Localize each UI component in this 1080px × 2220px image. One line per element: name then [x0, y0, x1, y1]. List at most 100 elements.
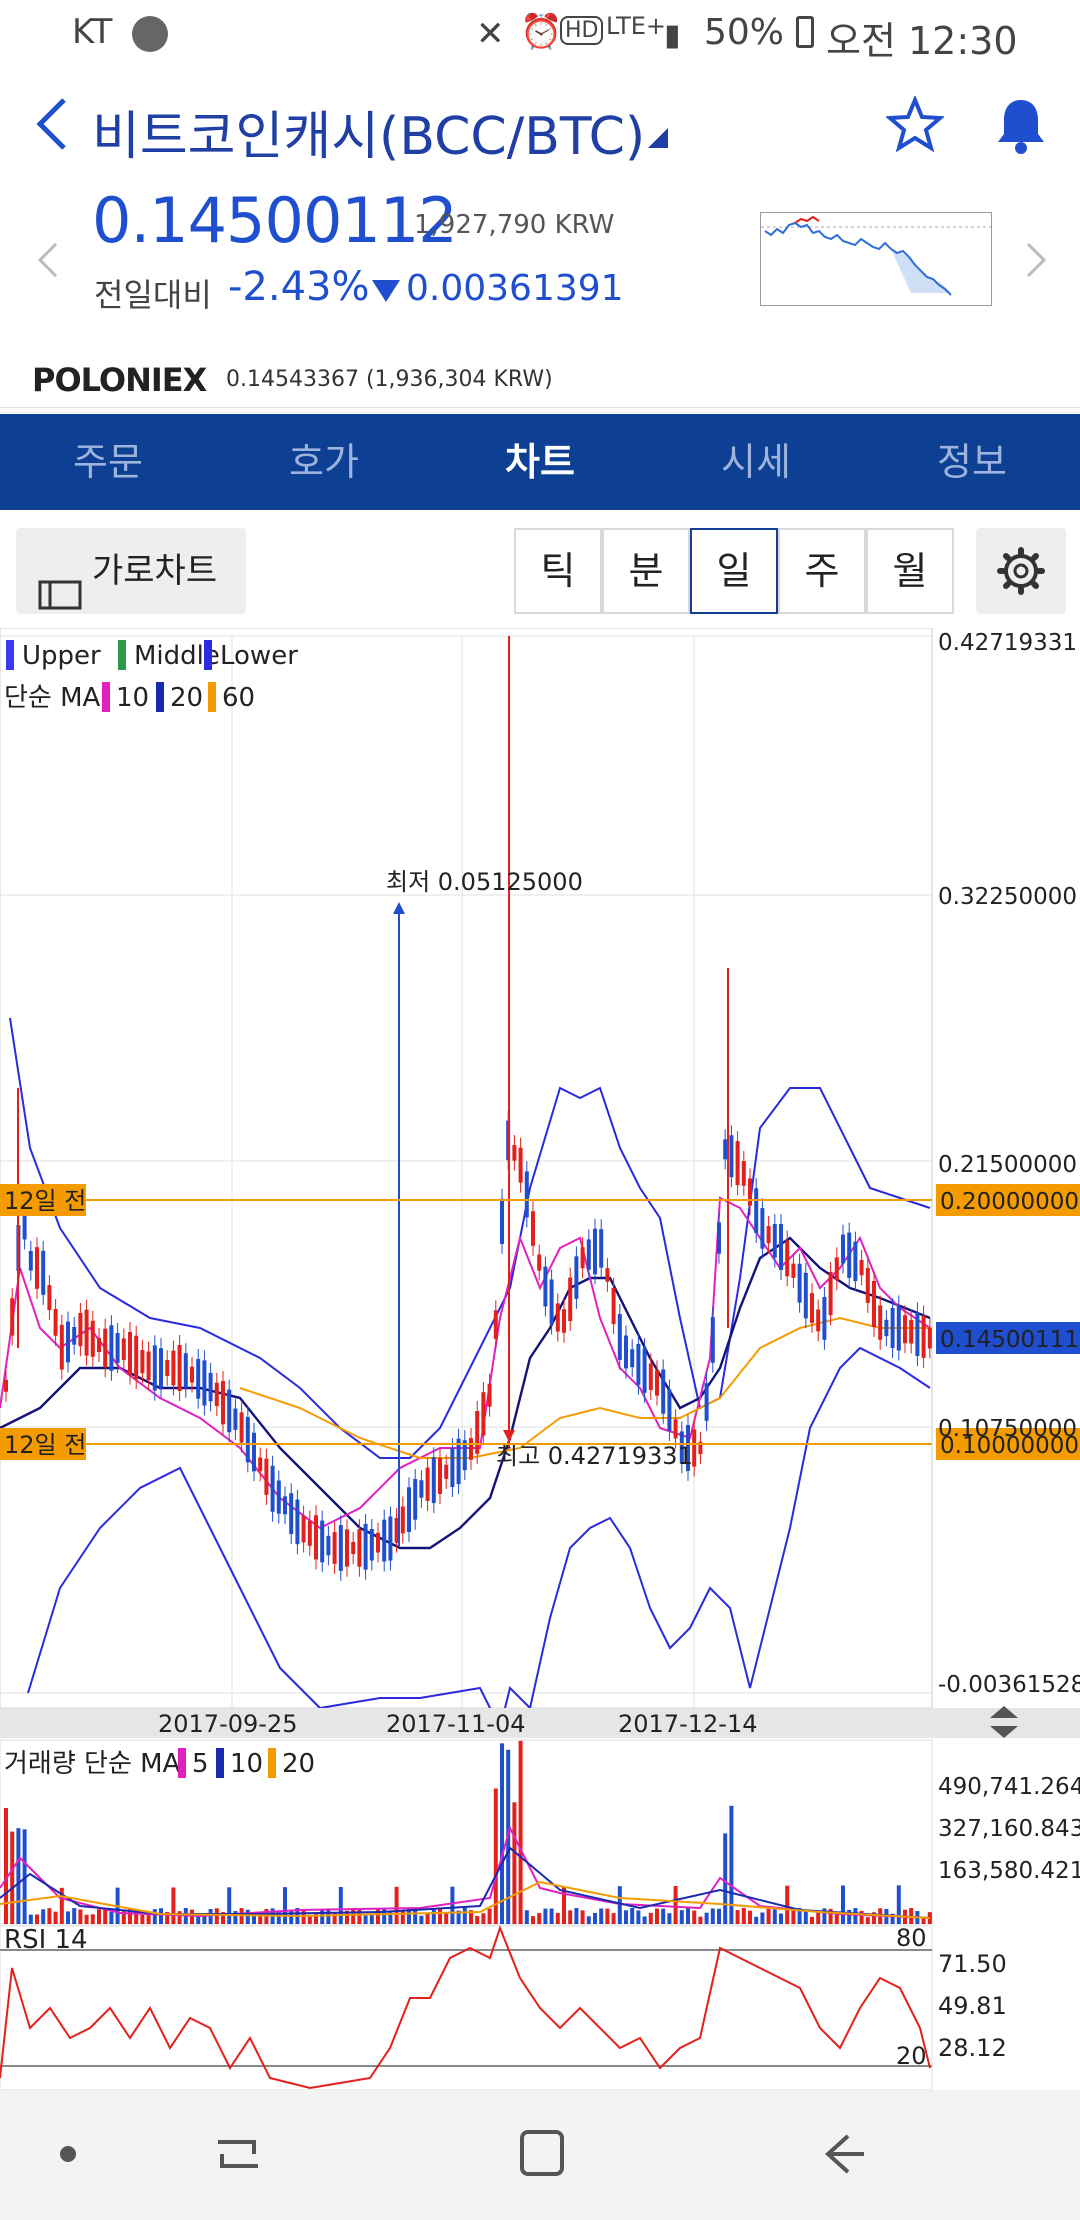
candle-body — [772, 1224, 777, 1258]
candle-body — [810, 1293, 814, 1323]
mini-sparkline[interactable] — [760, 212, 992, 306]
candle-body — [233, 1408, 238, 1430]
volume-bar — [146, 1914, 151, 1924]
tab-market[interactable]: 시세 — [648, 414, 864, 510]
tab-order[interactable]: 주문 — [0, 414, 216, 510]
tab-chart[interactable]: 차트 — [432, 414, 648, 510]
volume-bar — [611, 1913, 616, 1924]
candle-body — [314, 1515, 318, 1560]
candle-body — [636, 1343, 641, 1385]
candle-body — [357, 1529, 362, 1567]
volume-bar — [4, 1808, 8, 1924]
candle-body — [543, 1266, 548, 1307]
volume-bar — [537, 1913, 542, 1924]
candle-body — [903, 1315, 907, 1344]
volume-bar — [642, 1916, 647, 1924]
volume-bar — [772, 1908, 777, 1924]
volume-bar — [580, 1910, 585, 1924]
status-bar: KT ✕ ⏰ HD LTE+ ▮ 50% 오전 12:30 — [0, 0, 1080, 68]
volume-bar — [190, 1909, 194, 1924]
period-day-button[interactable]: 일 — [690, 528, 778, 614]
candle-body — [407, 1487, 411, 1533]
prev-coin-icon[interactable] — [36, 240, 60, 284]
back-icon[interactable] — [30, 92, 74, 170]
candle-body — [723, 1139, 728, 1160]
candle-body — [214, 1382, 219, 1407]
candle-body — [481, 1392, 486, 1436]
volume-bar — [10, 1831, 15, 1924]
candle-body — [363, 1523, 368, 1570]
landscape-chart-button[interactable]: 가로차트 — [16, 528, 246, 614]
candle-body — [748, 1178, 752, 1206]
candle-body — [438, 1458, 442, 1494]
candle-body — [841, 1234, 845, 1264]
volume-bar — [475, 1915, 480, 1924]
legend-swatch — [178, 1748, 186, 1778]
candle-body — [431, 1457, 436, 1504]
volume-bar — [791, 1909, 796, 1924]
candle-body — [518, 1147, 523, 1183]
coin-select-caret-icon[interactable] — [648, 128, 668, 152]
volume-bar — [450, 1886, 455, 1924]
candle-body — [252, 1432, 256, 1472]
recent-apps-icon[interactable] — [214, 2130, 262, 2182]
candle-body — [208, 1372, 213, 1402]
period-minute-button[interactable]: 분 — [602, 528, 690, 614]
coin-title[interactable]: 비트코인캐시(BCC/BTC) — [92, 94, 645, 169]
favorite-star-icon[interactable] — [884, 94, 946, 158]
period-tick-button[interactable]: 틱 — [514, 528, 602, 614]
volume-bar — [431, 1908, 436, 1924]
volume-bar — [35, 1914, 39, 1924]
candle-body — [524, 1171, 529, 1218]
y-tick-label: 0.10750000 — [938, 1416, 1077, 1442]
next-coin-icon[interactable] — [1024, 240, 1048, 284]
candle-body — [264, 1458, 269, 1495]
change-label: 전일대비 — [94, 276, 212, 314]
volume-bar — [617, 1886, 622, 1924]
volume-bar — [723, 1833, 728, 1924]
candle-body — [655, 1370, 659, 1396]
candle-body — [338, 1525, 343, 1571]
candle-body — [413, 1478, 418, 1520]
tab-info[interactable]: 정보 — [864, 414, 1080, 510]
y-tick-label: 0.42719331 — [938, 630, 1077, 656]
volume-bar — [227, 1887, 232, 1924]
volume-bar — [593, 1912, 597, 1924]
candle-body — [419, 1480, 424, 1498]
rsi-upper-value: 80 — [896, 1924, 927, 1952]
y-tick-label: 0.32250000 — [938, 884, 1077, 910]
candle-body — [307, 1520, 312, 1546]
rsi-y-tick: 71.50 — [938, 1950, 1007, 1978]
nav-dot-icon[interactable] — [60, 2146, 76, 2162]
home-icon[interactable] — [518, 2128, 566, 2184]
back-nav-icon[interactable] — [820, 2130, 868, 2182]
volume-bar — [72, 1908, 77, 1924]
candle-body — [345, 1529, 349, 1567]
tab-orderbook[interactable]: 호가 — [216, 414, 432, 510]
candle-body — [146, 1351, 151, 1380]
candle-body — [47, 1285, 52, 1311]
reference-value: 0.20000000 — [940, 1189, 1079, 1215]
candle-body — [500, 1198, 504, 1244]
candle-body — [369, 1528, 374, 1561]
chart-settings-button[interactable] — [976, 528, 1066, 614]
volume-bar — [748, 1910, 752, 1924]
candle-body — [10, 1298, 15, 1336]
candle-body — [704, 1383, 709, 1421]
volume-bar — [655, 1908, 659, 1924]
period-week-button[interactable]: 주 — [778, 528, 866, 614]
alarm-bell-icon[interactable] — [990, 94, 1052, 160]
chart-area[interactable]: 최저 0.05125000 최고 0.42719331 12일 전 0.2000000… — [0, 627, 1080, 2091]
candle-body — [487, 1383, 492, 1407]
legend-swatch — [208, 682, 216, 712]
period-month-button[interactable]: 월 — [866, 528, 954, 614]
volume-bar — [834, 1913, 839, 1924]
price-chart[interactable]: 최저 0.05125000 최고 0.42719331 12일 전 0.2000000… — [0, 627, 1080, 2091]
legend-swatch — [102, 682, 110, 712]
candle-body — [624, 1335, 628, 1369]
legend-swatch — [156, 682, 164, 712]
volume-legend-20: 20 — [282, 1749, 315, 1779]
volume-bar — [41, 1909, 46, 1924]
exchange-price: 0.14543367 (1,936,304 KRW) — [226, 367, 553, 392]
candle-body — [295, 1499, 300, 1545]
